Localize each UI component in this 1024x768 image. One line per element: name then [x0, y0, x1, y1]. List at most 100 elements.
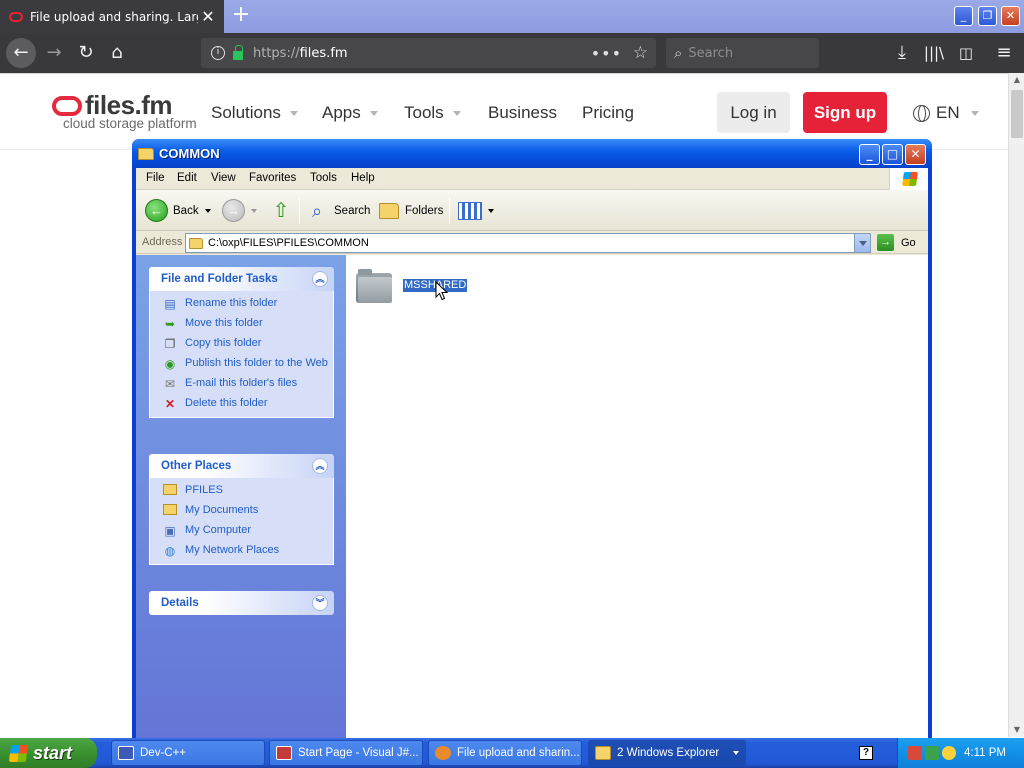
forward-button[interactable]: →	[222, 198, 257, 223]
taskbar-item-label: 2 Windows Explorer	[617, 747, 720, 759]
file-folder-tasks-header[interactable]: File and Folder Tasks ︽	[149, 267, 334, 291]
search-label: Search	[334, 204, 371, 217]
task-rename-folder[interactable]: ▤ Rename this folder	[162, 297, 333, 311]
start-button[interactable]: start	[0, 738, 97, 768]
search-input[interactable]: ⌕ Search	[666, 38, 819, 68]
reload-icon[interactable]: ↻	[72, 39, 100, 67]
nav-apps[interactable]: Apps	[322, 103, 378, 123]
page-actions-icon[interactable]: •••	[591, 44, 622, 63]
tray-volume-icon[interactable]	[942, 746, 956, 760]
menu-edit[interactable]: Edit	[177, 172, 197, 184]
search-icon: ⌕	[311, 200, 323, 221]
back-button[interactable]: ← Back	[145, 198, 211, 223]
address-dropdown-icon[interactable]	[854, 234, 870, 252]
forward-arrow-icon: →	[222, 199, 245, 222]
nav-tools[interactable]: Tools	[404, 103, 461, 123]
collapse-icon[interactable]: ︽	[312, 458, 328, 474]
downloads-icon[interactable]: ⤓	[888, 39, 916, 67]
tray-app-icon[interactable]	[908, 746, 922, 760]
scroll-down-icon[interactable]: ▼	[1009, 723, 1024, 737]
taskbar-item-visual-j[interactable]: Start Page - Visual J#...	[269, 740, 423, 766]
clock: 4:11 PM	[964, 747, 1006, 759]
folder-tab-shape	[358, 269, 372, 275]
up-folder-icon: ⇧	[272, 199, 290, 222]
new-tab-icon[interactable]: +	[229, 4, 253, 28]
devcpp-icon	[118, 746, 134, 760]
help-icon[interactable]: ?	[859, 746, 873, 760]
close-window-button[interactable]: ✕	[1001, 6, 1020, 26]
other-places-header[interactable]: Other Places ︽	[149, 454, 334, 478]
task-delete-folder[interactable]: ✕ Delete this folder	[162, 397, 333, 411]
back-icon[interactable]: ←	[6, 38, 36, 68]
explorer-maximize-button[interactable]: □	[882, 144, 903, 165]
language-selector[interactable]: EN	[913, 103, 979, 123]
task-label: Rename this folder	[185, 297, 278, 309]
minimize-window-button[interactable]: _	[954, 6, 973, 26]
taskbar-item-devcpp[interactable]: Dev-C++	[111, 740, 265, 766]
browser-navigation-bar: ← → ↻ ⌂ i https:// files.fm ••• ☆ ⌕ Sear…	[0, 33, 1024, 73]
scroll-up-icon[interactable]: ▲	[1009, 73, 1024, 87]
browser-tab[interactable]: File upload and sharing. Large file ✕	[0, 0, 224, 33]
explorer-minimize-button[interactable]: _	[859, 144, 880, 165]
task-copy-folder[interactable]: ❐ Copy this folder	[162, 337, 333, 351]
forward-icon[interactable]: →	[40, 39, 68, 67]
url-bar[interactable]: i https:// files.fm ••• ☆	[201, 38, 656, 68]
chevron-down-icon	[369, 111, 378, 117]
file-list-area[interactable]: MSSHARED	[346, 255, 928, 738]
place-my-network-places[interactable]: ◍ My Network Places	[162, 544, 333, 558]
panel-title: Other Places	[161, 460, 232, 472]
home-icon[interactable]: ⌂	[103, 39, 131, 67]
files-fm-logo[interactable]: files.fm cloud storage platform	[52, 90, 197, 132]
explorer-title-bar[interactable]: COMMON _ □ ✕	[132, 139, 932, 168]
menu-icon[interactable]: ≡	[990, 39, 1018, 67]
restore-window-button[interactable]: ❐	[978, 6, 997, 26]
address-input[interactable]: C:\oxp\FILES\PFILES\COMMON	[185, 233, 871, 253]
menu-help[interactable]: Help	[351, 172, 375, 184]
folders-button[interactable]: Folders	[379, 198, 443, 223]
publish-icon: ◉	[164, 357, 176, 371]
panel-title: Details	[161, 597, 199, 609]
task-email-files[interactable]: ✉ E-mail this folder's files	[162, 377, 333, 391]
up-folder-button[interactable]: ⇧	[270, 198, 292, 223]
place-my-computer[interactable]: ▣ My Computer	[162, 524, 333, 538]
nav-business[interactable]: Business	[488, 103, 557, 123]
task-label: Publish this folder to the Web	[185, 357, 328, 369]
taskbar-item-windows-explorer[interactable]: 2 Windows Explorer	[588, 740, 746, 766]
details-panel: Details ︾	[149, 591, 334, 615]
tray-network-icon[interactable]	[925, 746, 939, 760]
folder-icon[interactable]	[356, 269, 392, 303]
search-icon: ⌕	[674, 44, 683, 62]
windows-logo	[889, 168, 928, 190]
panel-title: File and Folder Tasks	[161, 273, 278, 285]
place-pfiles[interactable]: PFILES	[162, 484, 333, 498]
library-icon[interactable]: |||\	[920, 39, 948, 67]
menu-file[interactable]: File	[146, 172, 165, 184]
nav-solutions[interactable]: Solutions	[211, 103, 298, 123]
go-button[interactable]: → Go	[877, 234, 916, 251]
signup-button[interactable]: Sign up	[803, 92, 887, 133]
task-publish-folder[interactable]: ◉ Publish this folder to the Web	[162, 357, 333, 371]
bookmark-star-icon[interactable]: ☆	[633, 43, 648, 63]
place-label: PFILES	[185, 484, 223, 496]
place-label: My Network Places	[185, 544, 280, 556]
place-my-documents[interactable]: My Documents	[162, 504, 333, 518]
nav-pricing[interactable]: Pricing	[582, 103, 634, 123]
taskbar-item-label: Dev-C++	[140, 747, 187, 759]
task-move-folder[interactable]: ➥ Move this folder	[162, 317, 333, 331]
login-button[interactable]: Log in	[717, 92, 790, 133]
sidebar-icon[interactable]: ◫	[952, 39, 980, 67]
taskbar-item-firefox[interactable]: File upload and sharin...	[428, 740, 582, 766]
views-button[interactable]	[458, 198, 494, 223]
collapse-icon[interactable]: ︽	[312, 271, 328, 287]
menu-favorites[interactable]: Favorites	[249, 172, 296, 184]
menu-tools[interactable]: Tools	[310, 172, 337, 184]
site-info-icon[interactable]: i	[211, 46, 225, 60]
page-scrollbar[interactable]: ▲ ▼	[1008, 73, 1024, 737]
search-button[interactable]: ⌕ Search	[306, 198, 370, 223]
details-header[interactable]: Details ︾	[149, 591, 334, 615]
menu-view[interactable]: View	[211, 172, 236, 184]
close-tab-icon[interactable]: ✕	[198, 7, 218, 26]
explorer-close-button[interactable]: ✕	[905, 144, 926, 165]
scrollbar-thumb[interactable]	[1011, 90, 1023, 138]
expand-icon[interactable]: ︾	[312, 595, 328, 611]
